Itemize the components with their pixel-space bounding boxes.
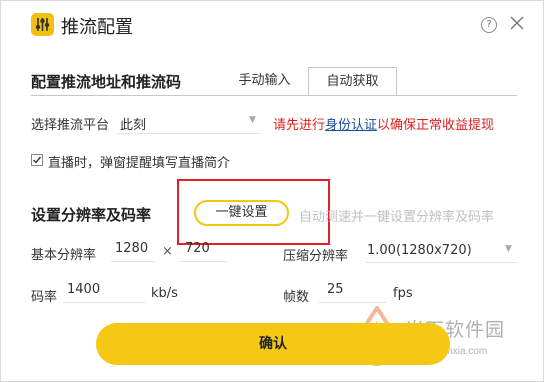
- live-reminder-checkbox[interactable]: [31, 154, 43, 166]
- one-key-setup-button[interactable]: 一键设置: [194, 200, 289, 226]
- confirm-button[interactable]: 确认: [96, 323, 450, 365]
- stream-config-dialog: 推流配置 ? 配置推流地址和推流码 手动输入 自动获取 选择推流平台 此刻 ▼ …: [0, 0, 544, 382]
- platform-label: 选择推流平台: [31, 118, 110, 133]
- verify-warning: 请先进行身份认证以确保正常收益提现: [273, 114, 494, 133]
- tab-auto-fetch[interactable]: 自动获取: [308, 67, 397, 96]
- base-resolution-label: 基本分辨率: [31, 248, 97, 263]
- window-title: 推流配置: [61, 17, 133, 38]
- close-icon[interactable]: [507, 13, 527, 33]
- compress-resolution-label: 压缩分辨率: [283, 249, 349, 264]
- chevron-down-icon: ▼: [249, 115, 256, 125]
- compress-resolution-select[interactable]: 1.00(1280x720) ▼: [365, 238, 517, 263]
- framerate-input[interactable]: 25: [319, 279, 387, 303]
- base-width-input[interactable]: 1280: [111, 238, 155, 262]
- base-width-value: 1280: [115, 241, 149, 256]
- framerate-label: 帧数: [283, 290, 310, 305]
- warning-prefix: 请先进行: [273, 118, 326, 133]
- chevron-down-icon: ▼: [505, 244, 512, 254]
- bitrate-label: 码率: [31, 290, 58, 305]
- help-icon[interactable]: ?: [481, 17, 497, 33]
- one-key-hint: 自动测速并一键设置分辨率及码率: [299, 210, 495, 225]
- bitrate-value: 1400: [67, 282, 101, 297]
- live-reminder-label: 直播时，弹窗提醒填写直播简介: [48, 156, 231, 171]
- identity-verify-link[interactable]: 身份认证: [325, 118, 377, 133]
- bitrate-unit: kb/s: [151, 286, 178, 301]
- base-height-input[interactable]: 720: [179, 238, 227, 262]
- check-icon: [33, 156, 42, 164]
- section-divider: [31, 95, 517, 96]
- app-logo-icon: [31, 13, 54, 36]
- warning-suffix: 以确保正常收益提现: [377, 118, 495, 133]
- framerate-value: 25: [327, 282, 344, 297]
- base-height-value: 720: [185, 241, 210, 256]
- times-sign: ×: [162, 244, 173, 259]
- title-bar: 推流配置 ?: [1, 1, 544, 49]
- resolution-section-title: 设置分辨率及码率: [31, 206, 152, 224]
- framerate-unit: fps: [393, 286, 413, 301]
- tab-manual-input[interactable]: 手动输入: [221, 67, 308, 96]
- bitrate-input[interactable]: 1400: [63, 279, 145, 303]
- stream-section-title: 配置推流地址和推流码: [31, 73, 182, 91]
- stream-tabs: 手动输入 自动获取: [221, 67, 397, 96]
- platform-value: 此刻: [120, 118, 147, 133]
- platform-select[interactable]: 此刻 ▼: [117, 109, 261, 134]
- compress-resolution-value: 1.00(1280x720): [367, 243, 472, 258]
